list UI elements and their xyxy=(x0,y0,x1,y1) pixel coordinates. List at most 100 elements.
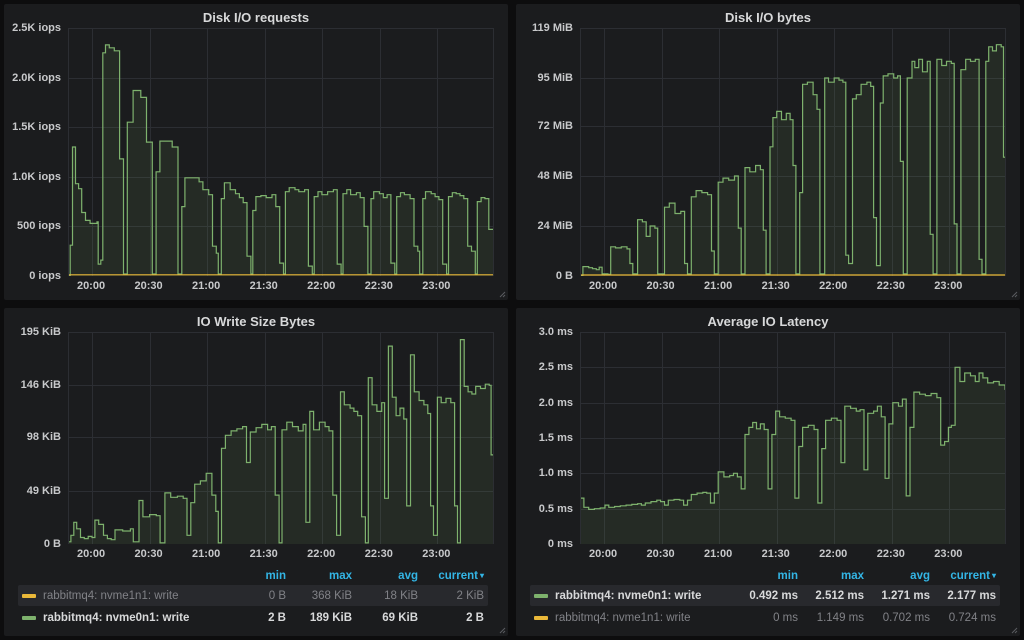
legend-col-max[interactable]: max xyxy=(286,570,352,582)
y-axis-label: 95 MiB xyxy=(538,72,573,84)
sort-caret-icon: ▾ xyxy=(992,571,996,580)
legend-col-max[interactable]: max xyxy=(798,570,864,582)
x-axis-label: 22:30 xyxy=(365,548,393,560)
legend-col-avg[interactable]: avg xyxy=(352,570,418,582)
y-axis-label: 1.5K iops xyxy=(12,121,61,133)
plot-canvas[interactable] xyxy=(69,332,493,544)
y-axis: 0 ms0.5 ms1.0 ms1.5 ms2.0 ms2.5 ms3.0 ms xyxy=(522,332,580,544)
series-name[interactable]: rabbitmq4: nvme0n1: write xyxy=(548,590,732,602)
legend-col-min[interactable]: min xyxy=(732,570,798,582)
panel-title[interactable]: Disk I/O requests xyxy=(10,6,502,28)
x-axis-label: 23:00 xyxy=(422,280,450,292)
x-axis-label: 22:00 xyxy=(307,548,335,560)
legend-header: min max avg current▾ xyxy=(530,567,1000,584)
plot-canvas[interactable] xyxy=(581,332,1005,544)
y-axis-label: 2.5 ms xyxy=(539,361,573,373)
y-axis-label: 1.0K iops xyxy=(12,171,61,183)
y-axis-label: 146 KiB xyxy=(21,379,61,391)
panel-title[interactable]: IO Write Size Bytes xyxy=(10,310,502,332)
chart-average-io-latency: 0 ms0.5 ms1.0 ms1.5 ms2.0 ms2.5 ms3.0 ms… xyxy=(522,332,1006,564)
legend-col-current-label: current xyxy=(438,570,478,582)
chart-disk-io-bytes: 0 B24 MiB48 MiB72 MiB95 MiB119 MiB 20:00… xyxy=(522,28,1006,296)
x-axis: 20:0020:3021:0021:3022:0022:3023:00 xyxy=(68,544,494,564)
y-axis-label: 2.5K iops xyxy=(12,22,61,34)
legend-col-current[interactable]: current▾ xyxy=(930,570,996,582)
x-axis-label: 20:30 xyxy=(135,548,163,560)
series-color-swatch[interactable] xyxy=(534,616,548,620)
legend-col-current-label: current xyxy=(950,570,990,582)
panel-disk-io-bytes: Disk I/O bytes 0 B24 MiB48 MiB72 MiB95 M… xyxy=(516,4,1020,300)
series-name[interactable]: rabbitmq4: nvme1n1: write xyxy=(36,590,220,602)
y-axis-label: 49 KiB xyxy=(27,485,61,497)
y-axis: 0 B24 MiB48 MiB72 MiB95 MiB119 MiB xyxy=(522,28,580,276)
series-name[interactable]: rabbitmq4: nvme0n1: write xyxy=(36,612,220,624)
panel-average-io-latency: Average IO Latency 0 ms0.5 ms1.0 ms1.5 m… xyxy=(516,308,1020,636)
x-axis-label: 21:00 xyxy=(192,548,220,560)
legend-col-current[interactable]: current▾ xyxy=(418,570,484,582)
y-axis-label: 24 MiB xyxy=(538,220,573,232)
series-color-swatch[interactable] xyxy=(22,616,36,620)
x-axis-label: 21:00 xyxy=(704,548,732,560)
panel-title[interactable]: Disk I/O bytes xyxy=(522,6,1014,28)
legend-row[interactable]: rabbitmq4: nvme1n1: write 0 ms 1.149 ms … xyxy=(530,607,1000,628)
x-axis-label: 22:30 xyxy=(365,280,393,292)
legend: min max avg current▾ rabbitmq4: nvme0n1:… xyxy=(522,564,1012,632)
plot-canvas[interactable] xyxy=(69,28,493,276)
legend-header: min max avg current▾ xyxy=(18,567,488,584)
y-axis-label: 0.5 ms xyxy=(539,503,573,515)
x-axis-label: 21:00 xyxy=(704,280,732,292)
legend-min-value: 0.492 ms xyxy=(732,590,798,602)
plot-canvas[interactable] xyxy=(581,28,1005,276)
y-axis-label: 0 B xyxy=(44,538,61,550)
x-axis-label: 21:30 xyxy=(250,280,278,292)
panel-resize-handle[interactable] xyxy=(1009,625,1018,634)
legend-max-value: 368 KiB xyxy=(286,590,352,602)
panel-disk-io-requests: Disk I/O requests 0 iops 500 iops 1.0K iop… xyxy=(4,4,508,300)
dashboard: Disk I/O requests 0 iops 500 iops 1.0K iop… xyxy=(0,0,1024,640)
legend-max-value: 1.149 ms xyxy=(798,612,864,624)
y-axis-label: 0 iops xyxy=(29,270,61,282)
panel-resize-handle[interactable] xyxy=(497,289,506,298)
y-axis-label: 48 MiB xyxy=(538,170,573,182)
y-axis-label: 1.0 ms xyxy=(539,467,573,479)
panel-resize-handle[interactable] xyxy=(1009,289,1018,298)
x-axis-label: 21:30 xyxy=(250,548,278,560)
x-axis-label: 20:30 xyxy=(135,280,163,292)
legend-row[interactable]: rabbitmq4: nvme0n1: write 2 B 189 KiB 69… xyxy=(18,607,488,628)
panel-resize-handle[interactable] xyxy=(497,625,506,634)
plot-area[interactable] xyxy=(68,28,494,276)
x-axis: 20:0020:3021:0021:3022:0022:3023:00 xyxy=(580,544,1006,564)
y-axis-label: 98 KiB xyxy=(27,431,61,443)
legend-avg-value: 69 KiB xyxy=(352,612,418,624)
chart-disk-io-requests: 0 iops500 iops1.0K iops1.5K iops2.0K iop… xyxy=(10,28,494,296)
series-color-swatch[interactable] xyxy=(22,594,36,598)
x-axis-label: 21:30 xyxy=(762,280,790,292)
legend-col-min[interactable]: min xyxy=(220,570,286,582)
legend-row[interactable]: rabbitmq4: nvme0n1: write 0.492 ms 2.512… xyxy=(530,585,1000,606)
legend-col-avg[interactable]: avg xyxy=(864,570,930,582)
y-axis-label: 0 ms xyxy=(548,538,573,550)
legend-row[interactable]: rabbitmq4: nvme1n1: write 0 B 368 KiB 18… xyxy=(18,585,488,606)
x-axis-label: 22:00 xyxy=(819,280,847,292)
x-axis: 20:0020:3021:0021:3022:0022:3023:00 xyxy=(580,276,1006,296)
y-axis-label: 119 MiB xyxy=(532,22,573,34)
chart-io-write-size-bytes: 0 B49 KiB98 KiB146 KiB195 KiB 20:0020:30… xyxy=(10,332,494,564)
series-name[interactable]: rabbitmq4: nvme1n1: write xyxy=(548,612,732,624)
x-axis-label: 20:00 xyxy=(77,548,105,560)
legend-current-value: 2.177 ms xyxy=(930,590,996,602)
plot-area[interactable] xyxy=(580,28,1006,276)
panel-title[interactable]: Average IO Latency xyxy=(522,310,1014,332)
legend-min-value: 0 ms xyxy=(732,612,798,624)
y-axis-label: 0 B xyxy=(556,270,573,282)
x-axis-label: 20:00 xyxy=(77,280,105,292)
legend-avg-value: 1.271 ms xyxy=(864,590,930,602)
plot-area[interactable] xyxy=(68,332,494,544)
x-axis-label: 22:00 xyxy=(307,280,335,292)
legend-min-value: 0 B xyxy=(220,590,286,602)
legend-current-value: 2 B xyxy=(418,612,484,624)
plot-area[interactable] xyxy=(580,332,1006,544)
series-color-swatch[interactable] xyxy=(534,594,548,598)
legend-max-value: 2.512 ms xyxy=(798,590,864,602)
x-axis-label: 20:30 xyxy=(647,548,675,560)
y-axis-label: 500 iops xyxy=(17,220,61,232)
